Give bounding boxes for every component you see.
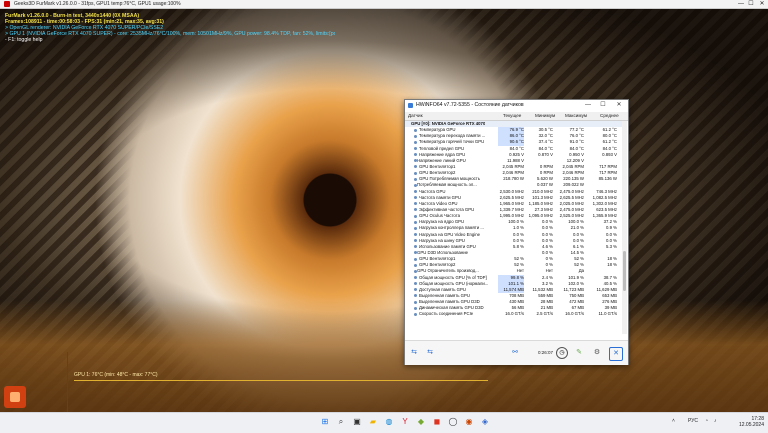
sensor-row[interactable]: Скорость соединения PCIe 16.0 GT/s 2.5 GT/…: [405, 311, 622, 317]
yandex-icon[interactable]: Y: [399, 416, 411, 428]
sensor-icon: [414, 214, 417, 218]
sensor-avg-value: 11.0 GT/s: [598, 311, 617, 317]
col-min[interactable]: Минимум: [535, 112, 555, 120]
sensor-icon: [414, 263, 417, 267]
sensor-icon: [414, 208, 417, 212]
edge-icon[interactable]: ◍: [383, 416, 395, 428]
hwinfo-minimize-button[interactable]: —: [581, 100, 595, 111]
sensor-min-value: 2.5 GT/s: [536, 311, 553, 317]
furmark-window-title: Geeks3D FurMark v1.26.0.0 - 31fps, GPU1 …: [14, 1, 181, 7]
volume-icon[interactable]: ♪: [714, 418, 717, 424]
network-tray-icon[interactable]: ◔: [705, 418, 708, 424]
network-icon[interactable]: ⚯: [509, 347, 521, 359]
hwinfo-taskbar-icon[interactable]: ◈: [479, 416, 491, 428]
scrollbar-thumb[interactable]: [623, 251, 626, 291]
file-explorer-icon[interactable]: ▰: [367, 416, 379, 428]
sensor-icon: [414, 153, 417, 157]
furmark-logo-icon: [4, 386, 26, 408]
furmark-taskbar-icon[interactable]: ◉: [463, 416, 475, 428]
sensor-icon: [414, 257, 417, 261]
sensor-icon: [414, 282, 417, 286]
furmark-render: [0, 0, 768, 412]
sensor-icon: [414, 239, 417, 243]
hwinfo-title: HWiNFO64 v7.72-5355 - Состояние датчиков: [416, 102, 524, 108]
temp-graph-label: GPU 1: 76°C (min: 48°C - max: 77°C): [74, 372, 158, 378]
sensor-icon: [414, 226, 417, 230]
tray-chevron-icon[interactable]: ˄: [672, 418, 675, 424]
sensor-icon: [414, 190, 417, 194]
report-icon[interactable]: ✎: [573, 347, 585, 359]
col-sensor[interactable]: Датчик: [408, 112, 423, 120]
sensor-icon: [414, 276, 417, 280]
search-icon[interactable]: ⌕: [335, 416, 347, 428]
sensor-icon: [414, 171, 417, 175]
hwinfo-title-bar[interactable]: HWiNFO64 v7.72-5355 - Состояние датчиков…: [405, 100, 628, 111]
hwinfo-app-icon: [408, 103, 413, 108]
start-button-icon[interactable]: ⊞: [319, 416, 331, 428]
col-max[interactable]: Максимум: [565, 112, 587, 120]
sensor-icon: [414, 202, 417, 206]
temp-graph-frame: [67, 352, 75, 412]
furmark-title-bar: Geeks3D FurMark v1.26.0.0 - 31fps, GPU1 …: [0, 0, 768, 9]
hwinfo-window: HWiNFO64 v7.72-5355 - Состояние датчиков…: [404, 99, 629, 365]
sensor-icon: [414, 294, 417, 298]
settings-icon[interactable]: ⚙: [591, 347, 603, 359]
sensor-icon: [414, 233, 417, 237]
taskbar-clock[interactable]: 17:28 12.05.2024: [728, 416, 764, 428]
clock-icon[interactable]: ◷: [556, 347, 568, 359]
sensor-max-value: 16.0 GT/s: [565, 311, 584, 317]
sensor-name: Скорость соединения PCIe: [419, 311, 474, 317]
overlay-help: - F1: toggle help: [5, 37, 43, 43]
sensor-icon: [414, 177, 417, 181]
app-icon-1[interactable]: ◆: [415, 416, 427, 428]
furmark-app-icon: [4, 1, 10, 7]
col-current[interactable]: Текущее: [503, 112, 521, 120]
sensor-icon: [414, 128, 417, 132]
sensor-icon: [414, 165, 417, 169]
maximize-button[interactable]: ☐: [746, 0, 756, 8]
sensor-icon: [414, 312, 417, 316]
taskbar: ⊞ ⌕ ▣ ▰ ◍ Y ◆ ◼ ◯ ◉ ◈ ˄ РУС ◔ ♪ 17:28 12…: [0, 412, 768, 433]
temp-graph-line: [74, 380, 488, 381]
sensor-icon: [414, 140, 417, 144]
sensor-icon: [414, 288, 417, 292]
sensor-icon: [414, 245, 417, 249]
app-icon-3[interactable]: ◯: [447, 416, 459, 428]
clock-date: 12.05.2024: [738, 422, 764, 428]
col-avg[interactable]: Среднее: [600, 112, 619, 120]
hwinfo-maximize-button[interactable]: ☐: [596, 100, 610, 111]
sensor-list: GPU [#0]: NVIDIA GeForce RTX 4070 SUPER:…: [405, 121, 622, 334]
overlay-gpu-info: > GPU 1 (NVIDIA GeForce RTX 4070 SUPER) …: [5, 31, 335, 37]
sensor-icon: [414, 220, 417, 224]
floor-glow: [0, 300, 768, 412]
task-view-icon[interactable]: ▣: [351, 416, 363, 428]
app-icon-2[interactable]: ◼: [431, 416, 443, 428]
sensor-icon: [414, 306, 417, 310]
nav-forward-arrows-icon[interactable]: ⇆: [424, 347, 436, 359]
sensor-icon: [414, 134, 417, 138]
elapsed-time: 0:26:07: [538, 350, 554, 355]
sensor-icon: [414, 196, 417, 200]
hwinfo-close-button[interactable]: ✕: [612, 100, 626, 111]
close-sensors-icon[interactable]: ✕: [609, 347, 623, 361]
sensor-cur-value: 16.0 GT/s: [505, 311, 524, 317]
close-button[interactable]: ✕: [757, 0, 767, 8]
sensor-table-header: Датчик Текущее Минимум Максимум Среднее: [405, 112, 628, 121]
sensor-icon: [414, 300, 417, 304]
sensor-scrollbar[interactable]: [622, 121, 627, 334]
minimize-button[interactable]: —: [736, 0, 746, 8]
nav-back-arrows-icon[interactable]: ⇆: [408, 347, 420, 359]
language-indicator[interactable]: РУС: [688, 418, 698, 424]
sensor-icon: [414, 147, 417, 151]
hwinfo-toolbar: ⇆ ⇆ ⚯ 0:26:07 ◷ ✎ ⚙ ✕: [405, 340, 628, 365]
